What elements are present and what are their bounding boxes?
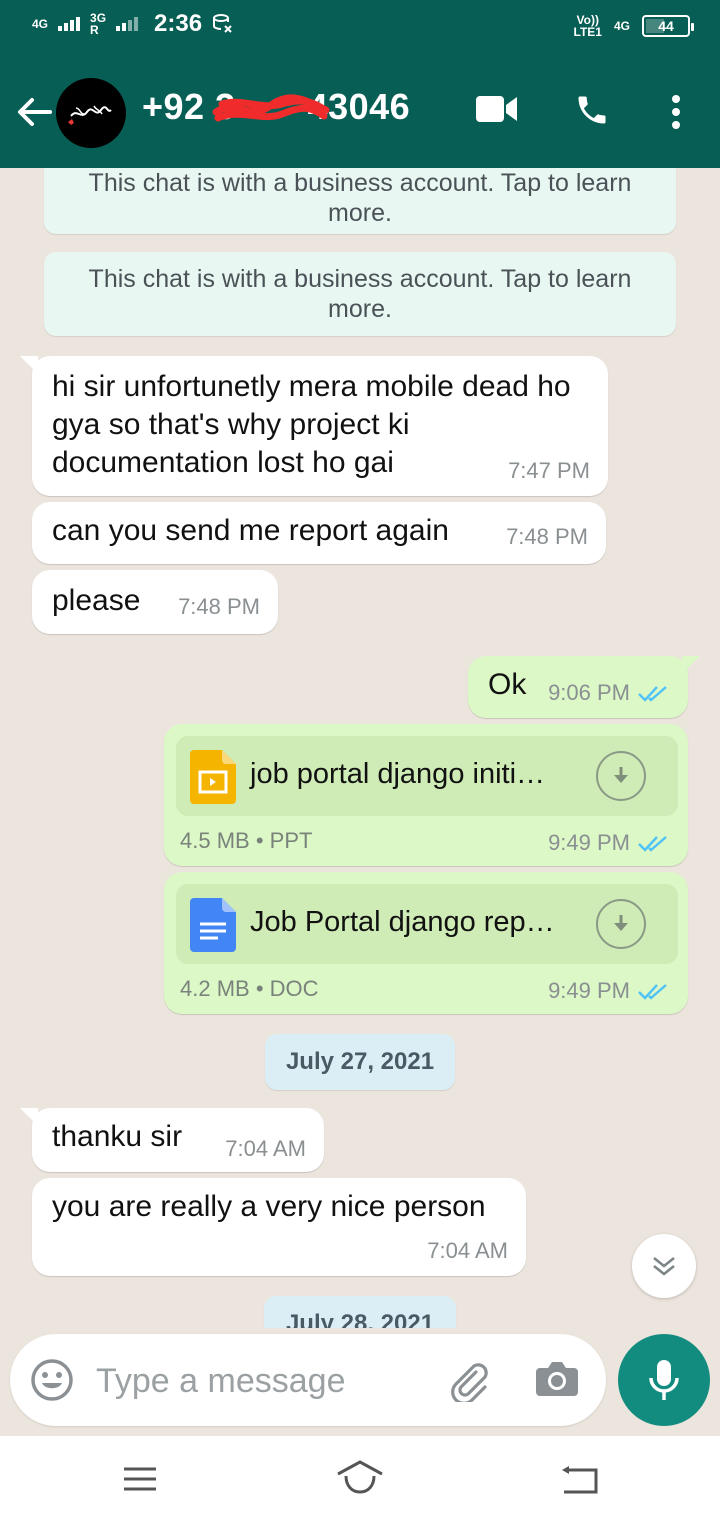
incoming-message[interactable]: you are really a very nice person 7:04 A… [32,1178,526,1276]
message-text: please [52,584,141,617]
network-4g-label: 4G [32,17,49,31]
incoming-message[interactable]: please 7:48 PM [32,570,278,634]
message-time: 7:48 PM [178,594,260,619]
mic-icon [649,1360,679,1400]
business-notice[interactable]: This chat is with a business account. Ta… [44,168,676,234]
document-message[interactable]: Job Portal django rep… 4.2 MB • DOC 9:49… [164,872,688,1014]
incoming-message[interactable]: can you send me report again 7:48 PM [32,502,606,564]
message-text: you are really a very nice person [52,1190,486,1223]
contact-name[interactable]: +92 3 43046 [142,86,410,128]
signal-icon-2 [116,17,139,31]
message-input[interactable]: Type a message [96,1362,345,1401]
camera-icon[interactable] [536,1360,578,1398]
battery-icon: 44 [642,15,694,37]
chat-area[interactable]: This chat is with a business account. Ta… [0,168,720,1328]
clock: 2:36 [154,10,203,37]
document-name: Job Portal django rep… [250,906,555,938]
message-text: thanku sir [52,1120,183,1153]
download-icon [614,915,628,931]
calligraphy-logo [68,105,112,125]
volte-label: Vo)) LTE1 [573,13,602,39]
document-name: job portal django initi… [250,758,546,790]
message-time: 7:04 AM [225,1136,306,1161]
download-button[interactable] [596,899,646,949]
double-chevron-down-icon [653,1256,675,1276]
voice-call-icon[interactable] [574,92,610,128]
system-nav-bar [0,1436,720,1520]
outgoing-message[interactable]: Ok 9:06 PM [468,656,700,718]
read-receipt-icon [638,686,667,702]
emoji-icon[interactable] [30,1358,74,1402]
download-button[interactable] [596,751,646,801]
video-call-icon[interactable] [476,94,518,124]
more-vert-icon[interactable] [670,94,682,130]
read-receipt-icon [638,836,667,852]
document-preview[interactable]: job portal django initi… [176,736,678,816]
incoming-message[interactable]: hi sir unfortunetly mera mobile dead ho … [20,356,608,496]
message-time: 7:47 PM [508,458,590,483]
incoming-message[interactable]: thanku sir 7:04 AM [20,1108,324,1172]
signal-icon [58,17,81,31]
message-time: 9:06 PM [548,680,670,706]
document-preview[interactable]: Job Portal django rep… [176,884,678,964]
document-meta: 4.2 MB • DOC [180,976,319,1001]
attach-icon[interactable] [446,1358,490,1402]
message-time: 7:04 AM [427,1238,508,1263]
message-time: 9:49 PM [548,830,670,856]
network-3g-label: 3G R [90,11,107,37]
home-icon[interactable] [336,1460,384,1494]
voice-message-button[interactable] [618,1334,710,1426]
data-saver-icon [213,14,232,33]
network-4g-label-2: 4G [613,19,630,33]
docs-file-icon [190,898,236,952]
menu-icon[interactable] [122,1466,158,1492]
chat-header: +92 3 43046 [0,56,720,168]
avatar[interactable] [56,78,126,148]
slides-file-icon [190,750,236,804]
message-composer: Type a message [10,1334,606,1426]
date-separator: July 27, 2021 [265,1034,455,1090]
back-icon[interactable] [560,1464,598,1494]
document-message[interactable]: job portal django initi… 4.5 MB • PPT 9:… [164,724,688,866]
message-time: 7:48 PM [506,524,588,549]
redaction-scribble [212,94,330,122]
date-separator: July 28, 2021 [264,1296,456,1328]
read-receipt-icon [638,984,667,1000]
scroll-to-bottom-button[interactable] [632,1234,696,1298]
document-meta: 4.5 MB • PPT [180,828,313,853]
message-text: Ok [488,668,527,701]
status-bar: 4G 3G R 2:36 Vo)) LTE1 4G 44 [0,0,720,56]
back-arrow-icon[interactable] [14,92,54,132]
download-icon [614,767,628,783]
business-notice[interactable]: This chat is with a business account. Ta… [44,252,676,336]
message-text: can you send me report again [52,514,449,547]
message-time: 9:49 PM [548,978,670,1004]
